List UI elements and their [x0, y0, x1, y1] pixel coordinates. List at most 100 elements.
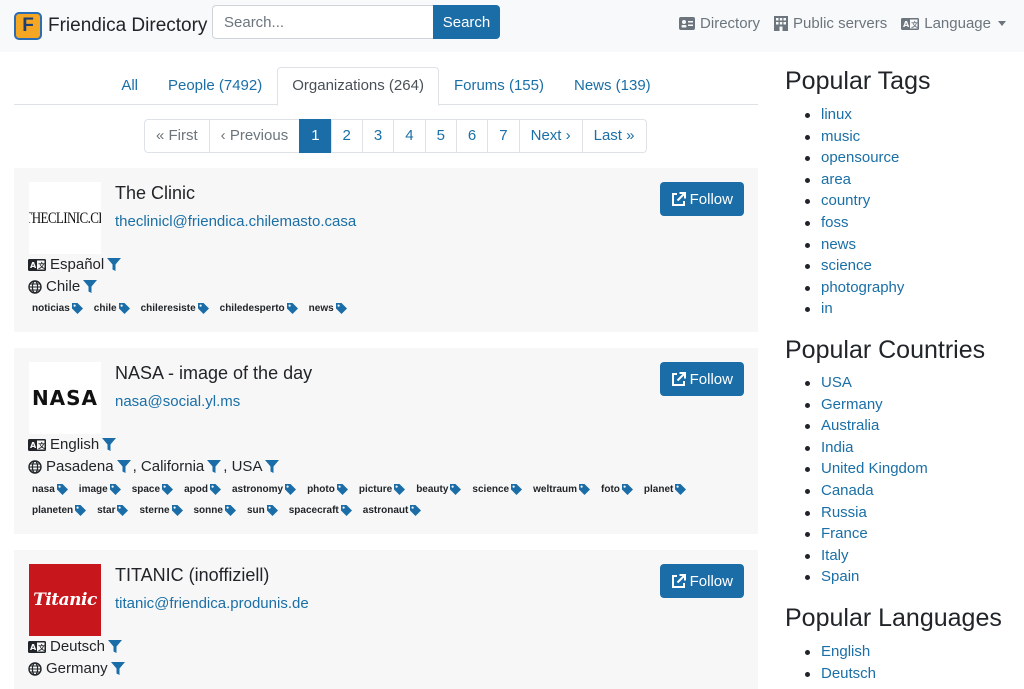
tag-link[interactable]: chile	[94, 298, 130, 319]
page-1[interactable]: 1	[299, 119, 332, 153]
filter-icon[interactable]	[265, 459, 280, 474]
profile-address[interactable]: titanic@friendica.produnis.de	[115, 595, 309, 612]
filter-icon[interactable]	[116, 459, 131, 474]
profile-name[interactable]: NASA - image of the day	[115, 363, 312, 384]
tag-link[interactable]: photo	[307, 479, 348, 500]
nav-directory-link[interactable]: Directory	[679, 15, 760, 32]
sidebar-list-item[interactable]: Germany	[805, 394, 928, 416]
svg-text:A: A	[30, 643, 37, 652]
tag-link[interactable]: chiledesperto	[220, 298, 298, 319]
brand-link[interactable]: F Friendica Directory	[14, 12, 207, 40]
follow-button[interactable]: Follow	[659, 564, 744, 598]
tag-link[interactable]: science	[472, 479, 523, 500]
page-4[interactable]: 4	[393, 119, 426, 153]
sidebar-list-item[interactable]: Italy	[805, 545, 928, 567]
tag-link[interactable]: astronaut	[363, 500, 422, 521]
tag-link[interactable]: sun	[247, 500, 278, 521]
profile-address[interactable]: nasa@social.yl.ms	[115, 393, 240, 410]
top-navbar: F Friendica Directory Search Directory P…	[0, 0, 1024, 52]
search-input[interactable]	[212, 5, 433, 39]
sidebar-list-item[interactable]: Russia	[805, 502, 928, 524]
sidebar-list-item[interactable]: linux	[805, 104, 904, 126]
sidebar-list-item[interactable]: science	[805, 255, 904, 277]
tag-link[interactable]: apod	[184, 479, 221, 500]
tag-link[interactable]: news	[309, 298, 347, 319]
tag-list: noticias chile chileresiste chiledesperto ne…	[32, 298, 732, 319]
avatar[interactable]: THECLINIC.CL	[29, 182, 101, 254]
nav-language-dropdown[interactable]: A文 Language	[901, 15, 1006, 32]
page-5[interactable]: 5	[424, 119, 457, 153]
filter-icon[interactable]	[102, 437, 117, 452]
page-first[interactable]: « First	[144, 119, 210, 153]
sidebar-list-item[interactable]: opensource	[805, 147, 904, 169]
tag-link[interactable]: chileresiste	[141, 298, 209, 319]
sidebar-list-item[interactable]: photography	[805, 277, 904, 299]
sidebar-list-item[interactable]: country	[805, 190, 904, 212]
language-line: A文 Deutsch	[28, 638, 123, 655]
sidebar-list-item[interactable]: Canada	[805, 480, 928, 502]
tag-link[interactable]: picture	[359, 479, 406, 500]
tag-link[interactable]: space	[132, 479, 174, 500]
sidebar-list-item[interactable]: in	[805, 298, 904, 320]
tag-icon	[286, 303, 298, 314]
tag-link[interactable]: planet	[644, 479, 687, 500]
avatar[interactable]: Titanic	[29, 564, 101, 636]
sidebar-list-item[interactable]: Australia	[805, 415, 928, 437]
globe-icon	[28, 279, 42, 294]
filter-icon[interactable]	[83, 279, 98, 294]
tag-icon	[197, 303, 209, 314]
tag-link[interactable]: beauty	[416, 479, 462, 500]
sidebar-list-item[interactable]: USA	[805, 372, 928, 394]
tab-all[interactable]: All	[106, 67, 153, 105]
follow-button[interactable]: Follow	[659, 362, 744, 396]
tag-link[interactable]: astronomy	[232, 479, 297, 500]
tag-link[interactable]: noticias	[32, 298, 83, 319]
avatar[interactable]: NASA	[29, 362, 101, 434]
page-previous[interactable]: ‹ Previous	[208, 119, 301, 153]
tag-link[interactable]: planeten	[32, 500, 87, 521]
tag-link[interactable]: image	[79, 479, 121, 500]
page-7[interactable]: 7	[487, 119, 520, 153]
sidebar-list-item[interactable]: United Kingdom	[805, 458, 928, 480]
profile-name[interactable]: The Clinic	[115, 183, 195, 204]
profile-card: Titanic TITANIC (inoffiziell) titanic@fr…	[14, 550, 758, 689]
page-last[interactable]: Last »	[581, 119, 647, 153]
filter-icon[interactable]	[207, 459, 222, 474]
tag-link[interactable]: nasa	[32, 479, 68, 500]
tag-label: apod	[184, 484, 208, 495]
sidebar-list-item[interactable]: Deutsch	[805, 663, 876, 685]
follow-button[interactable]: Follow	[659, 182, 744, 216]
nav-public-servers-link[interactable]: Public servers	[774, 15, 887, 32]
search-button[interactable]: Search	[433, 5, 500, 39]
sidebar-list-item[interactable]: area	[805, 169, 904, 191]
filter-icon[interactable]	[107, 257, 122, 272]
tag-link[interactable]: sterne	[139, 500, 183, 521]
sidebar-list-item[interactable]: Spain	[805, 566, 928, 588]
sidebar-list-item[interactable]: music	[805, 126, 904, 148]
tab-organizations[interactable]: Organizations (264)	[277, 67, 439, 106]
follow-label: Follow	[689, 190, 733, 208]
tag-icon	[621, 484, 633, 495]
page-2[interactable]: 2	[330, 119, 363, 153]
tab-forums[interactable]: Forums (155)	[439, 67, 559, 105]
tag-link[interactable]: sonne	[194, 500, 236, 521]
tag-link[interactable]: weltraum	[533, 479, 591, 500]
tag-link[interactable]: star	[97, 500, 129, 521]
page-next[interactable]: Next ›	[518, 119, 583, 153]
profile-address[interactable]: theclinicl@friendica.chilemasto.casa	[115, 213, 356, 230]
page-3[interactable]: 3	[361, 119, 395, 153]
tag-icon	[162, 484, 174, 495]
filter-icon[interactable]	[108, 639, 123, 654]
tab-news[interactable]: News (139)	[559, 67, 666, 105]
sidebar-list-item[interactable]: news	[805, 234, 904, 256]
sidebar-list-item[interactable]: English	[805, 641, 876, 663]
sidebar-list-item[interactable]: India	[805, 437, 928, 459]
tag-link[interactable]: spacecraft	[289, 500, 352, 521]
page-6[interactable]: 6	[455, 119, 489, 153]
tag-link[interactable]: foto	[601, 479, 633, 500]
sidebar-list-item[interactable]: France	[805, 523, 928, 545]
filter-icon[interactable]	[110, 661, 125, 676]
tab-people[interactable]: People (7492)	[153, 67, 277, 105]
sidebar-list-item[interactable]: foss	[805, 212, 904, 234]
profile-name[interactable]: TITANIC (inoffiziell)	[115, 565, 269, 586]
